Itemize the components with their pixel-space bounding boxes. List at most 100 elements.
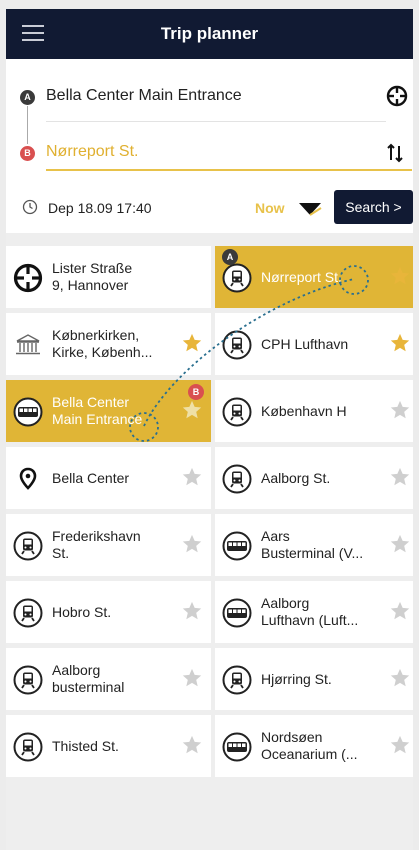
favorite-label-line: Aalborg St. [261, 469, 331, 486]
favorite-star-icon[interactable] [389, 667, 411, 689]
favorite-label: Hobro St. [52, 581, 174, 643]
favorite-label: Nørreport St. [261, 246, 383, 308]
favorite-label-line: Nordsøen [261, 729, 323, 745]
favorite-star-icon[interactable] [181, 332, 203, 354]
train-icon [222, 330, 252, 360]
favorite-label: Thisted St. [52, 715, 174, 777]
favorite-label: Købnerkirken, Kirke, Københ... [52, 313, 174, 375]
favorite-label-line: Main Entrance [52, 411, 143, 427]
favorite-tile[interactable]: Lister Straße 9, Hannover [6, 246, 211, 308]
field-divider [46, 121, 386, 122]
clock-icon [22, 199, 38, 215]
train-icon [13, 531, 43, 561]
favorite-label: Frederikshavn St. [52, 514, 174, 576]
favorite-label: Lister Straße 9, Hannover [52, 246, 174, 308]
destination-badge: B [188, 384, 204, 400]
current-location-icon[interactable] [386, 85, 408, 107]
train-icon [13, 598, 43, 628]
favorite-tile[interactable]: Frederikshavn St. [6, 514, 211, 576]
bus-icon [222, 531, 252, 561]
favorite-tile[interactable]: Aalborg busterminal [6, 648, 211, 710]
now-button[interactable]: Now [255, 200, 285, 216]
favorite-label-line: Hobro St. [52, 603, 112, 620]
favorite-label-line: Frederikshavn [52, 528, 141, 544]
favorite-tile[interactable]: Nordsøen Oceanarium (... [215, 715, 413, 777]
favorite-tile[interactable]: Bella Center Main Entrance B [6, 380, 211, 442]
favorite-tile[interactable]: Aalborg Lufthavn (Luft... [215, 581, 413, 643]
swap-icon[interactable] [387, 143, 409, 163]
favorite-tile[interactable]: København H [215, 380, 413, 442]
page-title: Trip planner [160, 24, 259, 43]
to-field[interactable]: Nørreport St. [46, 143, 386, 161]
favorite-label-line: busterminal [52, 679, 125, 695]
favorite-label: Bella Center Main Entrance [52, 380, 174, 442]
favorite-label: Hjørring St. [261, 648, 383, 710]
favorite-label: Aalborg St. [261, 447, 383, 509]
favorite-star-icon[interactable] [389, 399, 411, 421]
favorite-label-line: Busterminal (V... [261, 545, 364, 561]
train-icon [13, 665, 43, 695]
from-field[interactable]: Bella Center Main Entrance [46, 87, 386, 105]
museum-icon [13, 330, 43, 360]
favorite-label: København H [261, 380, 383, 442]
favorite-label-line: Hjørring St. [261, 670, 332, 687]
app-header: Trip planner [6, 9, 413, 59]
to-marker: B [20, 146, 35, 161]
trip-form: A B Bella Center Main Entrance Nørreport… [6, 59, 413, 233]
favorite-tile[interactable]: Aalborg St. [215, 447, 413, 509]
favorite-label-line: København H [261, 402, 347, 419]
favorite-star-icon[interactable] [181, 600, 203, 622]
favorite-tile[interactable]: Aars Busterminal (V... [215, 514, 413, 576]
favorite-tile[interactable]: Nørreport St. A [215, 246, 413, 308]
favorite-label-line: Aalborg [52, 662, 101, 678]
train-icon [222, 397, 252, 427]
favorite-label-line: Oceanarium (... [261, 746, 358, 762]
favorite-star-icon[interactable] [181, 533, 203, 555]
departure-datetime[interactable]: Dep 18.09 17:40 [48, 200, 152, 216]
favorite-star-icon[interactable] [389, 265, 411, 287]
favorite-tile[interactable]: Købnerkirken, Kirke, Københ... [6, 313, 211, 375]
favorite-label-line: 9, Hannover [52, 277, 129, 293]
favorite-star-icon[interactable] [389, 533, 411, 555]
crosshair-icon [13, 263, 43, 293]
start-badge: A [222, 249, 238, 265]
favorite-label-line: Thisted St. [52, 737, 119, 754]
favorite-star-icon[interactable] [389, 734, 411, 756]
favorite-label-line: Bella Center [52, 394, 130, 410]
train-icon [13, 732, 43, 762]
train-icon [222, 464, 252, 494]
time-mode-dropdown-icon[interactable] [297, 200, 323, 218]
favorite-tile[interactable]: CPH Lufthavn [215, 313, 413, 375]
favorite-label: Aars Busterminal (V... [261, 514, 383, 576]
search-button[interactable]: Search > [334, 190, 413, 224]
favorite-label-line: St. [52, 545, 70, 561]
favorite-star-icon[interactable] [389, 466, 411, 488]
favorite-tile[interactable]: Thisted St. [6, 715, 211, 777]
favorite-star-icon[interactable] [389, 332, 411, 354]
from-marker: A [20, 90, 35, 105]
bus-icon [222, 598, 252, 628]
pin-icon [13, 464, 43, 494]
favorite-tile[interactable]: Hobro St. [6, 581, 211, 643]
favorite-star-icon[interactable] [181, 667, 203, 689]
train-icon [222, 665, 252, 695]
favorite-tile[interactable]: Hjørring St. [215, 648, 413, 710]
bus-icon [222, 732, 252, 762]
favorite-tile[interactable]: Bella Center [6, 447, 211, 509]
favorite-label: CPH Lufthavn [261, 313, 383, 375]
favorite-label: Bella Center [52, 447, 174, 509]
favorite-star-icon[interactable] [181, 466, 203, 488]
favorite-label: Aalborg busterminal [52, 648, 174, 710]
favorite-star-icon[interactable] [181, 734, 203, 756]
train-icon [222, 263, 252, 293]
favorite-label-line: Nørreport St. [261, 268, 342, 285]
favorite-star-icon[interactable] [389, 600, 411, 622]
to-field-underline [46, 169, 412, 171]
favorite-label-line: Lister Straße [52, 260, 133, 276]
favorite-label-line: Lufthavn (Luft... [261, 612, 359, 628]
favorite-label: Aalborg Lufthavn (Luft... [261, 581, 383, 643]
favorite-label-line: CPH Lufthavn [261, 335, 349, 352]
favorite-star-icon[interactable] [181, 399, 203, 421]
favorite-label-line: Købnerkirken, [52, 327, 140, 343]
route-connector-line [27, 106, 28, 144]
